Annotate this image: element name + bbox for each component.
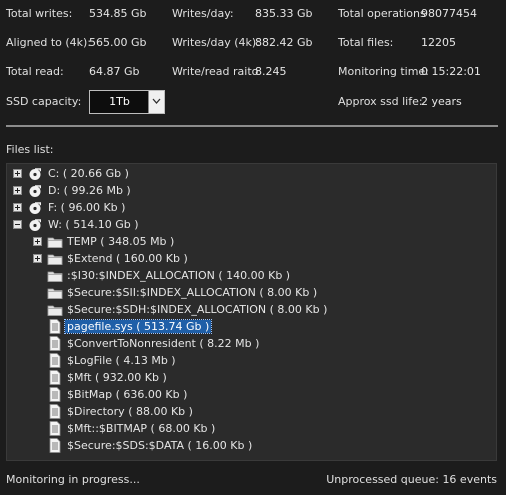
monitoring-time-label: Monitoring time: (338, 65, 429, 78)
tree-item-d-drive[interactable]: D: ( 99.26 Mb ) (7, 182, 496, 199)
ssd-capacity-value: 1Tb (109, 95, 130, 108)
total-writes-label: Total writes: (6, 7, 73, 20)
total-files-value: 12205 (421, 36, 456, 49)
expand-plus-icon[interactable] (13, 203, 22, 212)
disk-icon (28, 201, 42, 215)
files-list-label: Files list: (6, 143, 54, 156)
ssd-life-label: Approx ssd life: (338, 95, 423, 108)
collapse-minus-icon[interactable] (13, 220, 22, 229)
tree-item-c-drive[interactable]: C: ( 20.66 Gb ) (7, 165, 496, 182)
writes-day-4k-value: 882.42 Gb (255, 36, 313, 49)
monitoring-time-value: 0 15:22:01 (421, 65, 481, 78)
tree-item-label: $LogFile ( 4.13 Mb ) (67, 354, 176, 367)
writes-day-4k-label: Writes/day (4k): (172, 36, 260, 49)
file-icon (49, 438, 61, 453)
total-read-label: Total read: (6, 65, 64, 78)
tree-item-label: $BitMap ( 636.00 Kb ) (67, 388, 188, 401)
expand-plus-icon[interactable] (13, 169, 22, 178)
ssd-capacity-label: SSD capacity: (6, 95, 82, 108)
tree-item-label: $Mft ( 932.00 Kb ) (67, 371, 167, 384)
tree-item-i30[interactable]: :$I30:$INDEX_ALLOCATION ( 140.00 Kb ) (7, 267, 496, 284)
total-operations-label: Total operations (338, 7, 426, 20)
aligned-value: 565.00 Gb (89, 36, 147, 49)
write-read-ratio-value: 8.245 (255, 65, 287, 78)
file-icon (49, 421, 61, 436)
tree-item-label: $Secure:$SII:$INDEX_ALLOCATION ( 8.00 Kb… (67, 286, 318, 299)
total-writes-value: 534.85 Gb (89, 7, 147, 20)
tree-item-mft-bitmap[interactable]: $Mft::$BITMAP ( 68.00 Kb ) (7, 420, 496, 437)
tree-item-f-drive[interactable]: F: ( 96.00 Kb ) (7, 199, 496, 216)
total-files-label: Total files: (338, 36, 394, 49)
divider (6, 125, 498, 127)
tree-item-label: $Extend ( 160.00 Kb ) (67, 252, 188, 265)
tree-item-label: $Secure:$SDH:$INDEX_ALLOCATION ( 8.00 Kb… (67, 303, 328, 316)
dropdown-button[interactable] (148, 91, 164, 113)
tree-item-mft[interactable]: $Mft ( 932.00 Kb ) (7, 369, 496, 386)
tree-item-label: :$I30:$INDEX_ALLOCATION ( 140.00 Kb ) (67, 269, 291, 282)
tree-item-secure-sds[interactable]: $Secure:$SDS:$DATA ( 16.00 Kb ) (7, 437, 496, 454)
tree-item-label: $Mft::$BITMAP ( 68.00 Kb ) (67, 422, 216, 435)
folder-icon (47, 235, 63, 249)
file-icon (49, 387, 61, 402)
disk-icon (28, 167, 42, 181)
chevron-down-icon (152, 98, 161, 104)
tree-item-label: W: ( 514.10 Gb ) (48, 218, 139, 231)
tree-item-label-selected: pagefile.sys ( 513.74 Gb ) (63, 319, 213, 334)
file-icon (49, 370, 61, 385)
folder-icon (47, 303, 63, 317)
folder-icon (47, 286, 63, 300)
tree-item-label: C: ( 20.66 Gb ) (48, 167, 129, 180)
folder-icon (47, 252, 63, 266)
files-tree[interactable]: C: ( 20.66 Gb ) D: ( 99.26 Mb ) F: ( 96.… (6, 163, 497, 461)
tree-item-label: $ConvertToNonresident ( 8.22 Mb ) (67, 337, 260, 350)
tree-item-secure-sii[interactable]: $Secure:$SII:$INDEX_ALLOCATION ( 8.00 Kb… (7, 284, 496, 301)
file-icon (49, 319, 61, 334)
aligned-label: Aligned to (4k): (6, 36, 92, 49)
tree-item-directory[interactable]: $Directory ( 88.00 Kb ) (7, 403, 496, 420)
tree-item-logfile[interactable]: $LogFile ( 4.13 Mb ) (7, 352, 496, 369)
expand-plus-icon[interactable] (33, 237, 42, 246)
disk-icon (28, 218, 42, 232)
tree-item-temp-folder[interactable]: TEMP ( 348.05 Mb ) (7, 233, 496, 250)
ssd-capacity-select[interactable]: 1Tb (89, 90, 165, 114)
tree-item-bitmap[interactable]: $BitMap ( 636.00 Kb ) (7, 386, 496, 403)
writes-day-label: Writes/day: (172, 7, 234, 20)
file-icon (49, 336, 61, 351)
total-read-value: 64.87 Gb (89, 65, 140, 78)
expand-plus-icon[interactable] (13, 186, 22, 195)
tree-item-label: $Directory ( 88.00 Kb ) (67, 405, 193, 418)
disk-icon (28, 184, 42, 198)
file-icon (49, 404, 61, 419)
ssd-life-value: 2 years (421, 95, 462, 108)
expand-plus-icon[interactable] (33, 254, 42, 263)
tree-item-label: D: ( 99.26 Mb ) (48, 184, 131, 197)
tree-item-w-drive[interactable]: W: ( 514.10 Gb ) (7, 216, 496, 233)
folder-icon (47, 269, 63, 283)
tree-item-label: F: ( 96.00 Kb ) (48, 201, 126, 214)
writes-day-value: 835.33 Gb (255, 7, 313, 20)
write-read-ratio-label: Write/read raito (172, 65, 259, 78)
tree-item-label: TEMP ( 348.05 Mb ) (67, 235, 175, 248)
tree-item-convert[interactable]: $ConvertToNonresident ( 8.22 Mb ) (7, 335, 496, 352)
tree-item-secure-sdh[interactable]: $Secure:$SDH:$INDEX_ALLOCATION ( 8.00 Kb… (7, 301, 496, 318)
status-text: Monitoring in progress... (6, 473, 140, 486)
tree-item-label: $Secure:$SDS:$DATA ( 16.00 Kb ) (67, 439, 253, 452)
queue-status: Unprocessed queue: 16 events (326, 473, 497, 486)
total-operations-value: 98077454 (421, 7, 477, 20)
file-icon (49, 353, 61, 368)
tree-item-pagefile[interactable]: pagefile.sys ( 513.74 Gb ) (7, 318, 496, 335)
tree-item-extend-folder[interactable]: $Extend ( 160.00 Kb ) (7, 250, 496, 267)
